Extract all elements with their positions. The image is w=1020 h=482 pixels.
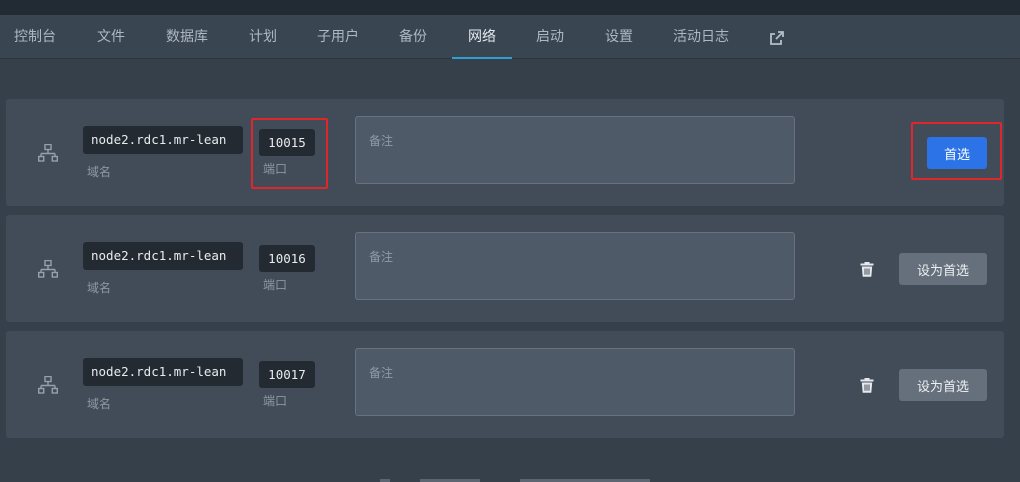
primary-button[interactable]: 首选: [927, 137, 987, 169]
trash-icon[interactable]: [860, 262, 874, 277]
external-link-icon[interactable]: [769, 30, 785, 46]
domain-label: 域名: [87, 281, 112, 295]
allocation-row: node2.rdc1.mr-lean 域名 10016 端口 设为首选: [6, 215, 1004, 322]
tab-console[interactable]: 控制台: [0, 15, 70, 59]
port-value: 10016: [259, 245, 315, 272]
tab-schedule[interactable]: 计划: [235, 15, 291, 59]
port-value: 10017: [259, 361, 315, 388]
tab-settings[interactable]: 设置: [592, 15, 646, 59]
notes-input[interactable]: [355, 116, 795, 184]
trash-icon[interactable]: [860, 378, 874, 393]
domain-value: node2.rdc1.mr-lean: [83, 126, 243, 154]
port-value: 10015: [259, 129, 315, 156]
domain-label: 域名: [87, 165, 112, 179]
notes-input[interactable]: [355, 348, 795, 416]
footer-fragment: [380, 479, 650, 482]
port-label: 端口: [263, 394, 288, 408]
tab-backups[interactable]: 备份: [386, 15, 440, 59]
tab-subusers[interactable]: 子用户: [304, 15, 372, 59]
set-primary-button[interactable]: 设为首选: [899, 253, 987, 285]
tab-network[interactable]: 网络: [452, 15, 512, 59]
network-icon: [38, 260, 58, 278]
allocation-row: node2.rdc1.mr-lean 域名 10015 端口 首选: [6, 99, 1004, 206]
tab-files[interactable]: 文件: [83, 15, 139, 59]
domain-value: node2.rdc1.mr-lean: [83, 242, 243, 270]
domain-label: 域名: [87, 397, 112, 411]
set-primary-button[interactable]: 设为首选: [899, 369, 987, 401]
network-icon: [38, 144, 58, 162]
tab-startup[interactable]: 启动: [523, 15, 577, 59]
nav-bar: 控制台 文件 数据库 计划 子用户 备份 网络 启动 设置 活动日志: [0, 15, 1020, 59]
tab-activity-log[interactable]: 活动日志: [661, 15, 741, 59]
allocation-row: node2.rdc1.mr-lean 域名 10017 端口 设为首选: [6, 331, 1004, 438]
tab-database[interactable]: 数据库: [152, 15, 222, 59]
port-label: 端口: [263, 162, 288, 176]
port-label: 端口: [263, 278, 288, 292]
notes-input[interactable]: [355, 232, 795, 300]
top-bar: [0, 0, 1020, 15]
domain-value: node2.rdc1.mr-lean: [83, 358, 243, 386]
network-icon: [38, 376, 58, 394]
